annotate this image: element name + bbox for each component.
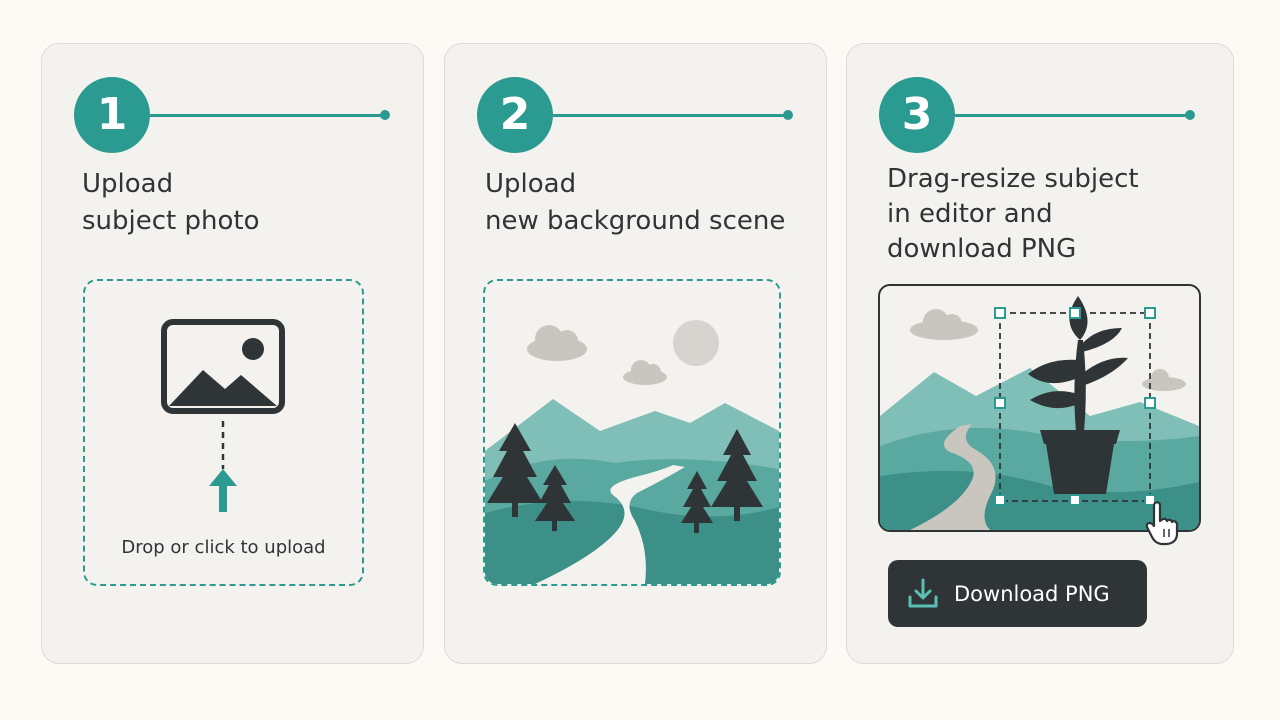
download-icon	[906, 577, 940, 611]
cloud-icon	[910, 309, 978, 340]
step-3-number-badge: 3	[879, 77, 955, 153]
background-scene-illustration	[485, 320, 779, 584]
step-3-header: 3	[879, 77, 1201, 153]
arrow-up-icon	[209, 469, 237, 512]
step-2-title-line: new background scene	[485, 206, 786, 236]
resize-handle[interactable]	[1069, 494, 1081, 506]
cloud-icon	[527, 325, 587, 361]
hand-pointer-icon	[1145, 501, 1179, 546]
step-2-number-badge: 2	[477, 77, 553, 153]
editor-canvas[interactable]	[878, 284, 1201, 532]
step-3-title-line: in editor and	[887, 199, 1053, 229]
step-2-progress-dot	[783, 110, 793, 120]
editor-scene	[880, 296, 1199, 530]
subject-upload-dropzone[interactable]: Drop or click to upload	[83, 279, 364, 586]
download-png-button[interactable]: Download PNG	[888, 560, 1147, 627]
step-3-title-line: download PNG	[887, 234, 1077, 264]
cloud-icon	[623, 360, 667, 385]
step-3-title: Drag-resize subject in editor and downlo…	[887, 162, 1217, 267]
cloud-icon	[1142, 369, 1186, 391]
resize-handle[interactable]	[1069, 307, 1081, 319]
step-2-title-line: Upload	[485, 169, 577, 199]
step-1-progress-line	[150, 114, 386, 117]
step-1-card: 1 Upload subject photo Drop or click to …	[41, 43, 424, 664]
resize-handle[interactable]	[994, 307, 1006, 319]
step-3-title-line: Drag-resize subject	[887, 164, 1139, 194]
step-1-title-line: subject photo	[82, 206, 260, 236]
step-1-header: 1	[74, 77, 396, 153]
resize-handle[interactable]	[1144, 397, 1156, 409]
step-2-card: 2 Upload new background scene	[444, 43, 827, 664]
dropzone-label: Drop or click to upload	[121, 537, 326, 558]
download-button-label: Download PNG	[954, 581, 1110, 606]
resize-handle[interactable]	[994, 494, 1006, 506]
step-1-progress-dot	[380, 110, 390, 120]
step-1-number-badge: 1	[74, 77, 150, 153]
step-2-title: Upload new background scene	[485, 166, 815, 240]
sun-icon	[673, 320, 719, 366]
background-upload-dropzone[interactable]	[483, 279, 781, 586]
step-3-progress-dot	[1185, 110, 1195, 120]
step-2-progress-line	[553, 114, 789, 117]
step-1-title: Upload subject photo	[82, 166, 412, 240]
step-1-title-line: Upload	[82, 169, 174, 199]
resize-handle[interactable]	[1144, 307, 1156, 319]
resize-handle[interactable]	[994, 397, 1006, 409]
step-3-card: 3 Drag-resize subject in editor and down…	[846, 43, 1234, 664]
step-3-progress-line	[955, 114, 1191, 117]
step-2-header: 2	[477, 77, 799, 153]
